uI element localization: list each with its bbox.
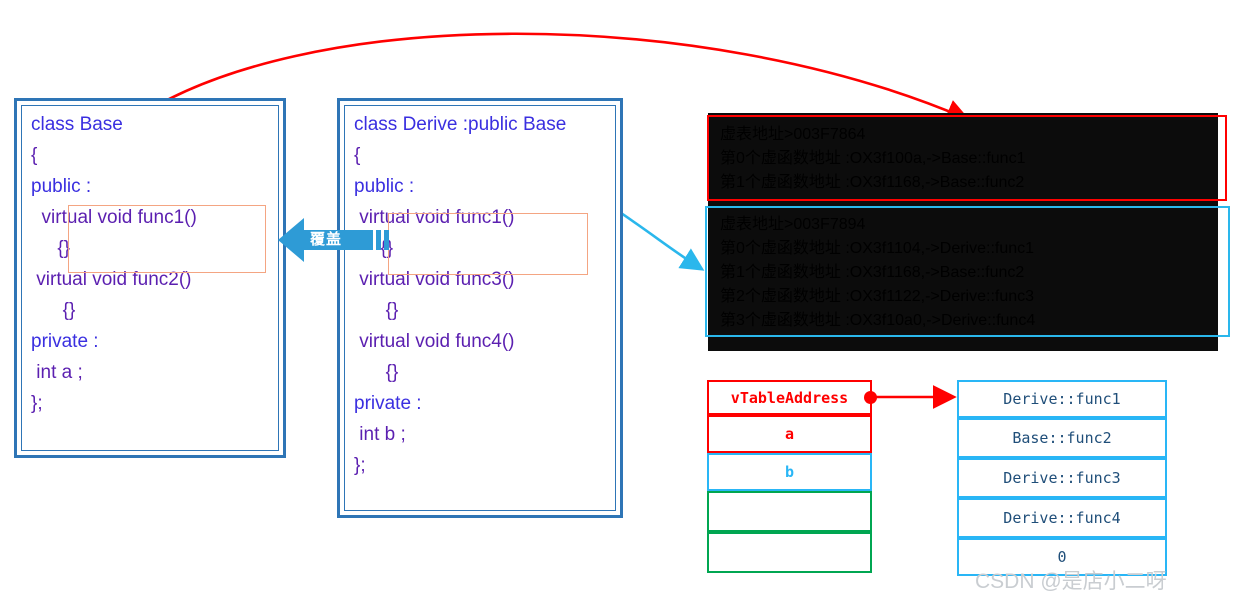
derive-code-line-7: virtual void func4() bbox=[354, 331, 515, 352]
base-code-text-0: class Base bbox=[31, 114, 123, 135]
derive-code-text-0: class Derive :public Base bbox=[354, 114, 567, 135]
base-code-line-9: }; bbox=[31, 393, 43, 414]
object-layout-table: vTableAddress a b bbox=[707, 380, 872, 580]
vtable-row-label-2: Derive::func3 bbox=[1003, 469, 1121, 487]
derive-class-code: class Derive :public Base { public : vir… bbox=[354, 109, 614, 481]
base-code-line-8: int a ; bbox=[31, 362, 83, 383]
base-code-line-1: { bbox=[31, 145, 38, 166]
derive-code-line-0: class Derive :public Base bbox=[354, 109, 614, 140]
object-row-empty-2 bbox=[707, 532, 872, 573]
derive-code-line-2: public : bbox=[354, 176, 415, 197]
derive-code-line-1: { bbox=[354, 145, 361, 166]
object-row-label-1: a bbox=[784, 425, 795, 443]
derive-code-line-10: int b ; bbox=[354, 424, 406, 445]
object-row-label-2: b bbox=[784, 463, 795, 481]
derive-class-box: class Derive :public Base { public : vir… bbox=[337, 98, 623, 518]
override-arrow-label: 覆盖 bbox=[310, 231, 343, 248]
base-code-line-6: {} bbox=[31, 300, 76, 321]
vtable-row-label-3: Derive::func4 bbox=[1003, 509, 1121, 527]
object-row-label-0: vTableAddress bbox=[730, 388, 849, 407]
object-row-a: a bbox=[707, 415, 872, 453]
object-row-b: b bbox=[707, 453, 872, 491]
vtable-pointer-dot bbox=[864, 391, 877, 404]
object-row-empty-1 bbox=[707, 491, 872, 532]
vtable-row-label-0: Derive::func1 bbox=[1003, 390, 1121, 408]
derive-code-line-9: private : bbox=[354, 393, 422, 414]
diagram-canvas: class Base { public : virtual void func1… bbox=[0, 0, 1237, 596]
vtable-row-3: Derive::func4 bbox=[957, 498, 1167, 538]
vtable-row-0: Derive::func1 bbox=[957, 380, 1167, 418]
derive-code-line-8: {} bbox=[354, 362, 399, 383]
csdn-watermark: CSDN @是店小二呀 bbox=[975, 570, 1167, 593]
base-code-line-0: class Base bbox=[31, 109, 277, 140]
object-row-vtable-address: vTableAddress bbox=[707, 380, 872, 415]
vtable-row-2: Derive::func3 bbox=[957, 458, 1167, 498]
derive-func1-highlight bbox=[388, 213, 588, 275]
base-func1-highlight bbox=[68, 205, 266, 273]
vtable-row-label-4: 0 bbox=[1057, 548, 1067, 566]
vtable-row-1: Base::func2 bbox=[957, 418, 1167, 458]
derive-code-line-11: }; bbox=[354, 455, 366, 476]
base-output-red-border bbox=[707, 115, 1227, 201]
vtable-function-list: Derive::func1 Base::func2 Derive::func3 … bbox=[957, 380, 1167, 576]
derive-code-line-6: {} bbox=[354, 300, 399, 321]
vtable-row-label-1: Base::func2 bbox=[1012, 429, 1112, 447]
base-code-line-7: private : bbox=[31, 331, 99, 352]
base-code-line-2: public : bbox=[31, 176, 92, 197]
derive-output-cyan-border bbox=[705, 206, 1230, 337]
base-class-box: class Base { public : virtual void func1… bbox=[14, 98, 286, 458]
